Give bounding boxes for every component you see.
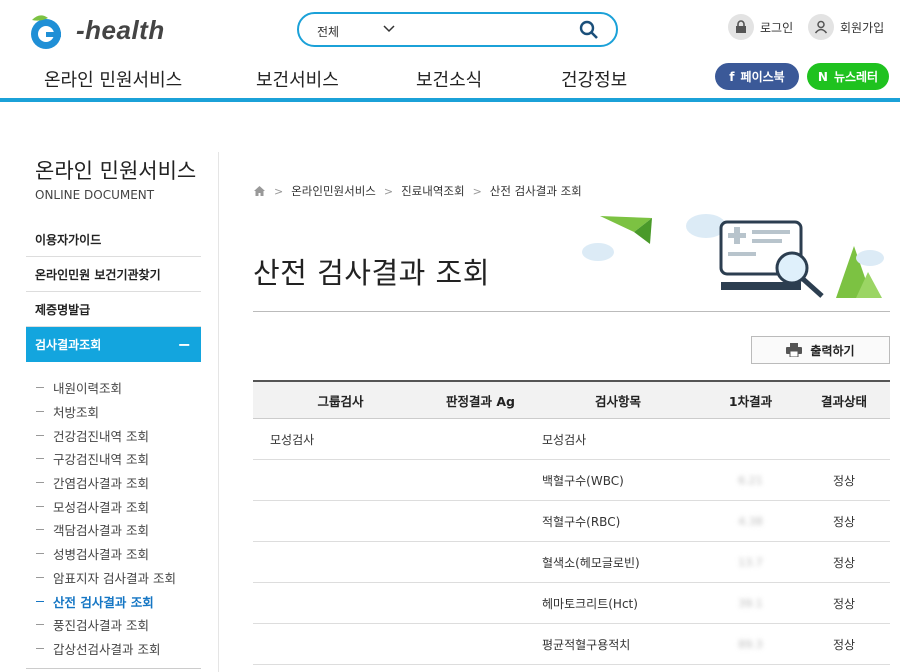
column-header: 판정결과 Ag xyxy=(446,393,515,409)
join-link[interactable]: 회원가입 xyxy=(808,14,884,40)
sidebar-title: 온라인 민원서비스 xyxy=(35,159,197,183)
submenu-item[interactable]: 간염검사결과 조회 xyxy=(36,471,176,495)
cell-result: 89.3 xyxy=(738,638,763,651)
chevron-down-icon[interactable] xyxy=(383,24,395,34)
lock-icon xyxy=(728,14,754,40)
chevron-right-icon: > xyxy=(383,184,394,198)
sidebar-item-certificates[interactable]: 제증명발급 xyxy=(26,292,201,327)
breadcrumb-item-current: 산전 검사결과 조회 xyxy=(489,184,582,198)
sidebar-menu: 이용자가이드 온라인민원 보건기관찾기 제증명발급 검사결과조회 − xyxy=(26,222,201,362)
table-row: 백혈구수(WBC) 6.21 정상 xyxy=(253,460,890,501)
submenu-item-current[interactable]: 산전 검사결과 조회 xyxy=(36,589,176,613)
user-icon xyxy=(808,14,834,40)
sidebar-item-label: 검사결과조회 xyxy=(35,338,102,352)
gnb-health-news[interactable]: 보건소식 xyxy=(416,66,482,92)
table-row: 모성검사 모성검사 xyxy=(253,419,890,460)
newsletter-icon: N xyxy=(817,69,828,84)
printer-icon xyxy=(786,343,803,357)
newsletter-button[interactable]: N 뉴스레터 xyxy=(807,63,889,90)
sidebar-subtitle: ONLINE DOCUMENT xyxy=(35,188,155,202)
print-button[interactable]: 출력하기 xyxy=(751,336,890,364)
column-header: 1차결과 xyxy=(728,393,773,409)
home-icon[interactable] xyxy=(253,185,266,197)
gnb-health-info[interactable]: 건강정보 xyxy=(561,66,627,92)
gnb-online-service[interactable]: 온라인 민원서비스 xyxy=(44,66,182,92)
sidebar-submenu: 내원이력조회 처방조회 건강검진내역 조회 구강검진내역 조회 간염검사결과 조… xyxy=(36,376,176,660)
search-scope-select[interactable]: 전체 xyxy=(317,23,339,40)
cell-status: 정상 xyxy=(832,596,856,611)
gnb-health-service[interactable]: 보건서비스 xyxy=(256,66,339,92)
table-row: 혈색소(헤모글로빈) 13.7 정상 xyxy=(253,542,890,583)
column-header: 결과상태 xyxy=(820,393,867,409)
login-link[interactable]: 로그인 xyxy=(728,14,793,40)
logo-text: -health xyxy=(76,15,165,45)
breadcrumb: > 온라인민원서비스 > 진료내역조회 > 산전 검사결과 조회 xyxy=(253,183,582,199)
medical-report-illustration xyxy=(582,214,884,298)
submenu-item[interactable]: 풍진검사결과 조회 xyxy=(36,613,176,637)
submenu-item[interactable]: 내원이력조회 xyxy=(36,376,176,400)
title-divider xyxy=(253,311,890,312)
breadcrumb-item[interactable]: 진료내역조회 xyxy=(401,183,464,199)
submenu-item[interactable]: 모성검사결과 조회 xyxy=(36,494,176,518)
sidebar-divider xyxy=(218,152,219,672)
submenu-item[interactable]: 구강검진내역 조회 xyxy=(36,447,176,471)
chevron-right-icon: > xyxy=(472,184,482,198)
cell-item: 모성검사 xyxy=(542,432,587,447)
logo-g-icon xyxy=(31,15,61,49)
join-label: 회원가입 xyxy=(840,20,885,35)
cell-result xyxy=(703,432,798,446)
cell-status: 정상 xyxy=(832,637,856,652)
submenu-item[interactable]: 객담검사결과 조회 xyxy=(36,518,176,542)
breadcrumb-item[interactable]: 온라인민원서비스 xyxy=(291,183,376,199)
table-row: 적혈구수(RBC) 4.38 정상 xyxy=(253,501,890,542)
login-label: 로그인 xyxy=(760,20,794,35)
cell-item: 평균적혈구용적치 xyxy=(542,637,631,652)
cell-status: 정상 xyxy=(832,555,856,570)
column-header: 그룹검사 xyxy=(317,393,364,409)
facebook-icon: f xyxy=(729,69,735,84)
cell-result: 13.7 xyxy=(738,556,763,569)
sidebar-item-find-facility[interactable]: 온라인민원 보건기관찾기 xyxy=(26,257,201,292)
submenu-item[interactable]: 성병검사결과 조회 xyxy=(36,542,176,566)
cell-result: 6.21 xyxy=(738,474,763,487)
facebook-button[interactable]: f 페이스북 xyxy=(715,63,799,90)
cell-item: 헤마토크리트(Hct) xyxy=(542,596,638,611)
submenu-item[interactable]: 갑상선검사결과 조회 xyxy=(36,637,176,661)
cell-item: 백혈구수(WBC) xyxy=(542,473,624,488)
search-bar[interactable]: 전체 xyxy=(297,12,618,47)
page-title: 산전 검사결과 조회 xyxy=(253,256,490,290)
cell-result: 4.38 xyxy=(738,515,763,528)
cell-result: 39.1 xyxy=(738,597,763,610)
facebook-label: 페이스북 xyxy=(740,70,785,84)
column-header: 검사항목 xyxy=(594,393,641,409)
collapse-icon[interactable]: − xyxy=(178,335,191,354)
cell-status: 정상 xyxy=(832,514,856,529)
submenu-item[interactable]: 처방조회 xyxy=(36,400,176,424)
sidebar-item-test-results[interactable]: 검사결과조회 − xyxy=(26,327,201,362)
newsletter-label: 뉴스레터 xyxy=(833,70,879,84)
cell-item: 적혈구수(RBC) xyxy=(542,514,621,529)
cell-item: 혈색소(헤모글로빈) xyxy=(542,555,640,570)
sidebar-item-user-guide[interactable]: 이용자가이드 xyxy=(26,222,201,257)
header-divider xyxy=(0,98,900,102)
chevron-right-icon: > xyxy=(274,184,284,198)
search-icon[interactable] xyxy=(579,20,599,40)
results-table: 그룹검사 판정결과 Ag 검사항목 1차결과 결과상태 모성검사 모성검사 백혈… xyxy=(253,380,890,665)
cell-group: 모성검사 xyxy=(270,432,315,447)
table-row: 평균적혈구용적치 89.3 정상 xyxy=(253,624,890,665)
cell-status: 정상 xyxy=(832,473,856,488)
table-header: 그룹검사 판정결과 Ag 검사항목 1차결과 결과상태 xyxy=(253,380,890,419)
submenu-item[interactable]: 건강검진내역 조회 xyxy=(36,423,176,447)
submenu-item[interactable]: 암표지자 검사결과 조회 xyxy=(36,566,176,590)
sidebar-bottom-line xyxy=(26,668,201,669)
table-row: 헤마토크리트(Hct) 39.1 정상 xyxy=(253,583,890,624)
print-label: 출력하기 xyxy=(810,343,855,358)
